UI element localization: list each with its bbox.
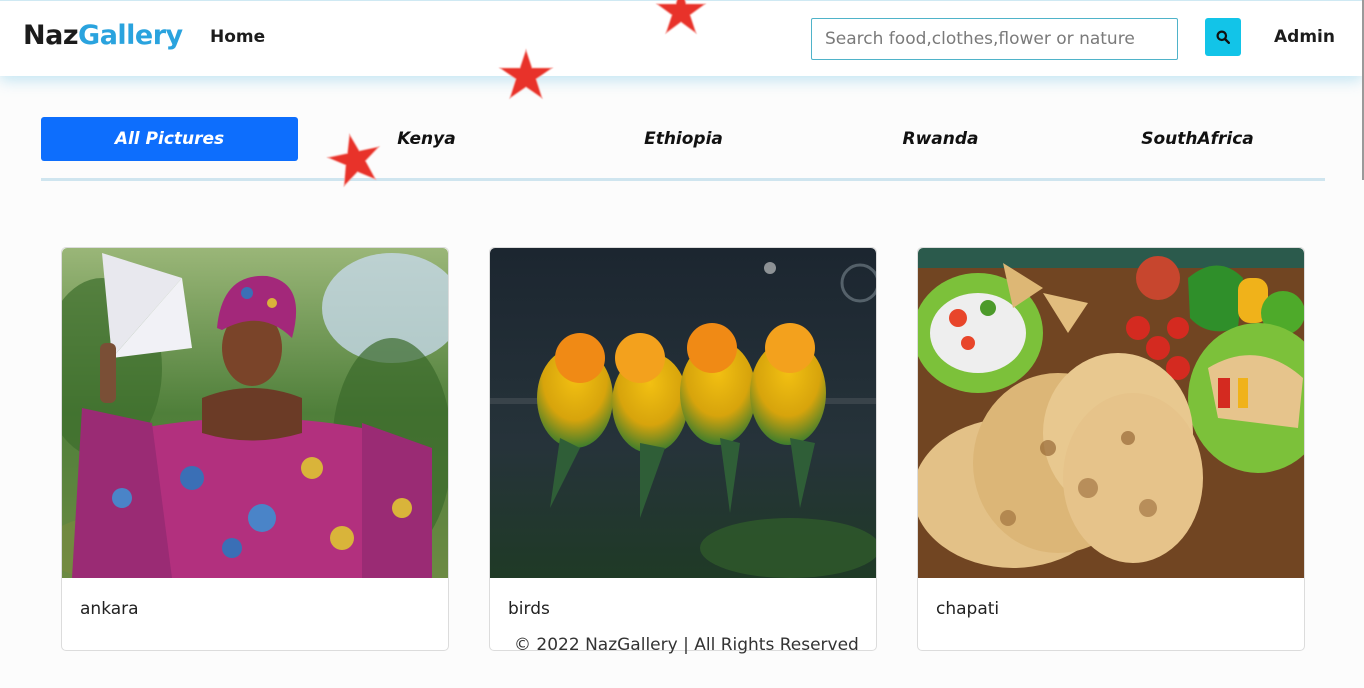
gallery-card-chapati[interactable]: chapati	[917, 247, 1305, 651]
star-icon	[326, 133, 381, 188]
brand-name-part1: Naz	[23, 20, 79, 51]
card-image-ankara[interactable]	[62, 248, 448, 578]
gallery-card-ankara[interactable]: ankara	[61, 247, 449, 651]
category-tabs: All Pictures Kenya Ethiopia Rwanda South…	[41, 117, 1325, 161]
tabs-divider	[41, 178, 1325, 181]
tab-rwanda[interactable]: Rwanda	[812, 117, 1069, 161]
tab-all-pictures[interactable]: All Pictures	[41, 117, 298, 161]
nav-home-link[interactable]: Home	[210, 27, 265, 47]
gallery-card-birds[interactable]: birds	[489, 247, 877, 651]
star-icon	[655, 0, 707, 35]
card-caption: birds	[508, 599, 550, 619]
footer-copyright: © 2022 NazGallery | All Rights Reserved	[514, 635, 859, 655]
card-caption: ankara	[80, 599, 139, 619]
brand-logo[interactable]: NazGallery	[23, 20, 183, 51]
search-input[interactable]	[811, 18, 1178, 60]
search-icon	[1216, 30, 1230, 44]
star-icon	[498, 48, 554, 100]
tab-southafrica[interactable]: SouthAfrica	[1069, 117, 1326, 161]
admin-link[interactable]: Admin	[1274, 27, 1335, 47]
card-image-birds[interactable]	[490, 248, 876, 578]
search-button[interactable]	[1205, 18, 1241, 56]
brand-name-part2: Gallery	[78, 20, 183, 51]
card-image-chapati[interactable]	[918, 248, 1304, 578]
card-caption: chapati	[936, 599, 1000, 619]
tab-ethiopia[interactable]: Ethiopia	[555, 117, 812, 161]
